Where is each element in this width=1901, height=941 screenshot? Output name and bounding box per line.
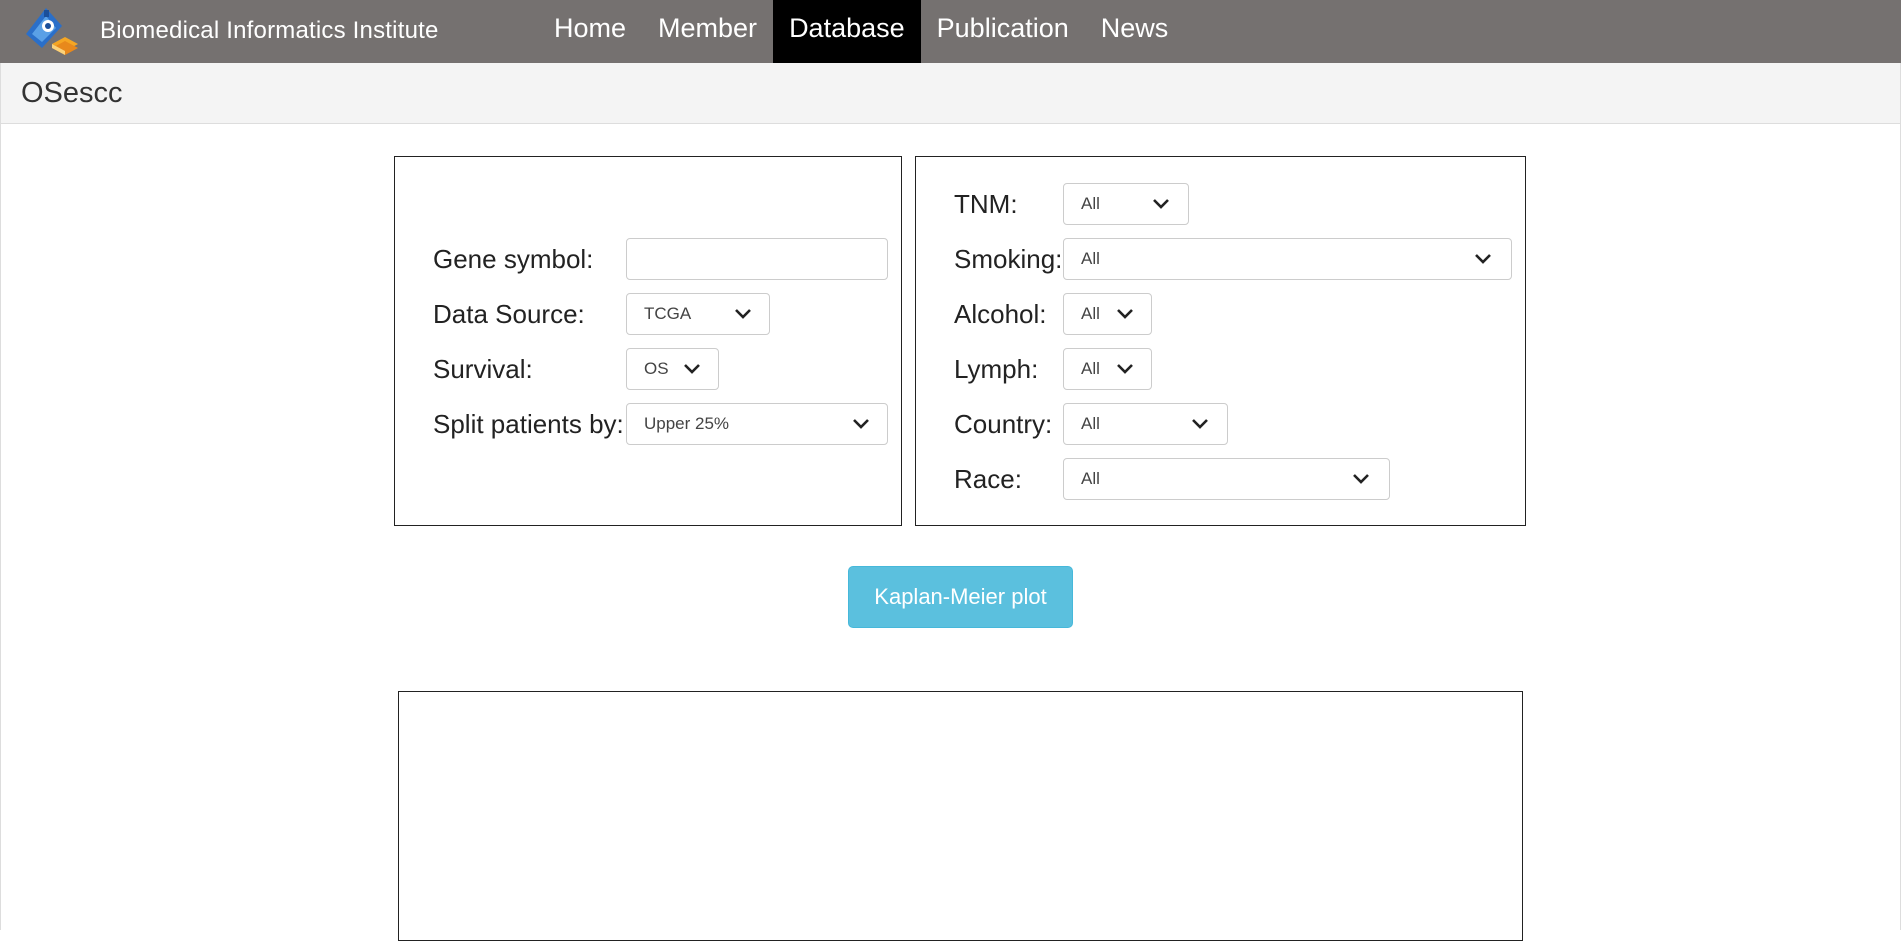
race-label: Race: — [954, 463, 1022, 494]
chevron-down-icon — [1117, 364, 1133, 374]
smoking-label: Smoking: — [954, 243, 1063, 274]
nav-database[interactable]: Database — [773, 0, 921, 63]
alcohol-label: Alcohol: — [954, 298, 1047, 329]
main-nav: Home Member Database Publication News — [538, 0, 1184, 63]
split-patients-row: Split patients by: Upper 25% — [433, 403, 888, 445]
alcohol-row: Alcohol: All — [954, 293, 1152, 335]
lymph-select[interactable]: All — [1063, 348, 1152, 390]
country-label: Country: — [954, 408, 1053, 439]
brand[interactable]: Biomedical Informatics Institute — [24, 5, 439, 57]
chevron-down-icon — [853, 419, 869, 429]
nav-member[interactable]: Member — [642, 0, 773, 63]
split-patients-value: Upper 25% — [644, 414, 730, 433]
lymph-row: Lymph: All — [954, 348, 1152, 390]
tnm-label: TNM: — [954, 188, 1018, 219]
top-navbar: Biomedical Informatics Institute Home Me… — [0, 0, 1901, 63]
page-title-bar: OSescc — [0, 63, 1901, 124]
kaplan-meier-plot-button[interactable]: Kaplan-Meier plot — [848, 566, 1073, 628]
chevron-down-icon — [1353, 474, 1369, 484]
lymph-value: All — [1081, 359, 1100, 378]
chevron-down-icon — [1192, 419, 1208, 429]
lymph-label: Lymph: — [954, 353, 1039, 384]
chevron-down-icon — [684, 364, 700, 374]
gene-options-panel: Gene symbol: Data Source: TCGA Survival:… — [394, 156, 902, 526]
tnm-select[interactable]: All — [1063, 183, 1189, 225]
country-row: Country: All — [954, 403, 1228, 445]
smoking-value: All — [1081, 249, 1100, 268]
country-value: All — [1081, 414, 1100, 433]
chevron-down-icon — [735, 309, 751, 319]
alcohol-select[interactable]: All — [1063, 293, 1152, 335]
chevron-down-icon — [1153, 199, 1169, 209]
split-patients-select[interactable]: Upper 25% — [626, 403, 888, 445]
race-select[interactable]: All — [1063, 458, 1390, 500]
gene-symbol-label: Gene symbol: — [433, 243, 594, 274]
race-value: All — [1081, 469, 1100, 488]
survival-label: Survival: — [433, 353, 533, 384]
gene-symbol-row: Gene symbol: — [433, 238, 888, 280]
country-select[interactable]: All — [1063, 403, 1228, 445]
smoking-row: Smoking: All — [954, 238, 1512, 280]
tnm-row: TNM: All — [954, 183, 1189, 225]
brand-title: Biomedical Informatics Institute — [100, 17, 439, 44]
nav-home[interactable]: Home — [538, 0, 642, 63]
alcohol-value: All — [1081, 304, 1100, 323]
gene-symbol-input[interactable] — [626, 238, 888, 280]
nav-news[interactable]: News — [1085, 0, 1185, 63]
split-patients-label: Split patients by: — [433, 408, 624, 439]
clinical-filters-panel: TNM: All Smoking: All Alcohol: All Lymph… — [915, 156, 1526, 526]
smoking-select[interactable]: All — [1063, 238, 1512, 280]
data-source-value: TCGA — [644, 304, 692, 323]
survival-value: OS — [644, 359, 669, 378]
survival-row: Survival: OS — [433, 348, 719, 390]
survival-select[interactable]: OS — [626, 348, 719, 390]
race-row: Race: All — [954, 458, 1390, 500]
data-source-label: Data Source: — [433, 298, 585, 329]
plot-output-area — [398, 691, 1523, 941]
page-border-left — [0, 124, 1, 930]
institute-logo-icon — [24, 4, 78, 58]
chevron-down-icon — [1475, 254, 1491, 264]
data-source-row: Data Source: TCGA — [433, 293, 770, 335]
chevron-down-icon — [1117, 309, 1133, 319]
tnm-value: All — [1081, 194, 1100, 213]
page-title: OSescc — [21, 77, 123, 109]
data-source-select[interactable]: TCGA — [626, 293, 770, 335]
nav-publication[interactable]: Publication — [921, 0, 1085, 63]
